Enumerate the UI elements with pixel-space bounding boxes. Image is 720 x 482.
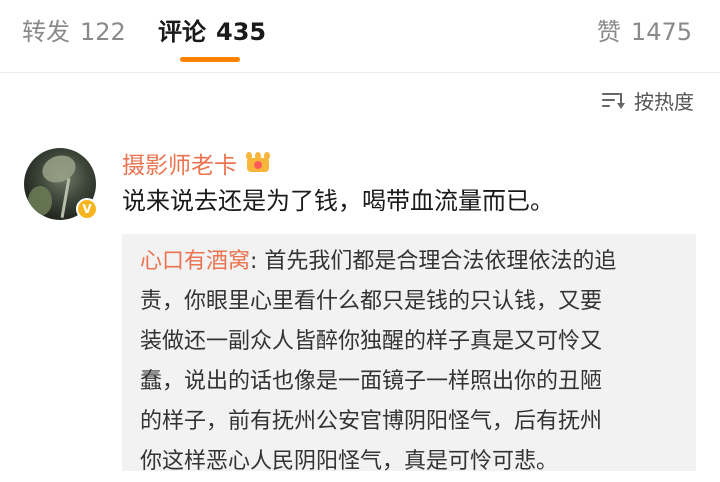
sort-by-hot-button[interactable]: 按热度: [602, 86, 694, 114]
crown-icon: [245, 152, 271, 174]
verified-badge-icon: V: [76, 198, 98, 220]
active-tab-indicator: [180, 57, 240, 62]
reply-box[interactable]: 心口有酒窝: 首先我们都是合理合法依理依法的追 责，你眼里心里看什么都只是钱的只…: [122, 234, 696, 474]
tab-comments[interactable]: 评论 435: [158, 16, 266, 48]
tab-likes[interactable]: 赞 1475: [597, 16, 692, 48]
reply-text-1: 首先我们都是合理合法依理依法的追: [257, 249, 617, 274]
reply-author[interactable]: 心口有酒窝: [140, 249, 250, 274]
tab-comments-label: 评论: [158, 18, 206, 46]
reply-text-3: 装做还一副众人皆醉你独醒的样子真是又可怜又: [140, 329, 603, 354]
reply-text-5: 的样子，前有抚州公安官博阴阳怪气，后有抚州: [140, 409, 603, 434]
reply-text-4: 蠢，说出的话也像是一面镜子一样照出你的丑陋: [140, 369, 603, 394]
comment-header: 摄影师老卡: [122, 146, 271, 180]
tab-likes-count: 1475: [630, 18, 692, 46]
tab-repost-count: 122: [80, 18, 126, 46]
tab-likes-label: 赞: [596, 18, 621, 46]
sort-icon: [602, 90, 626, 110]
reply-line: 心口有酒窝: 首先我们都是合理合法依理依法的追: [140, 242, 686, 282]
tab-comments-count: 435: [216, 18, 267, 46]
comment-text: 说来说去还是为了钱，喝带血流量而已。: [122, 187, 554, 215]
tab-bar: 转发 122 评论 435 赞 1475: [0, 0, 720, 72]
tab-repost[interactable]: 转发 122: [22, 16, 126, 48]
reply-text-2: 责，你眼里心里看什么都只是钱的只认钱，又要: [140, 289, 603, 314]
sort-label: 按热度: [634, 89, 694, 114]
tab-repost-label: 转发: [22, 18, 70, 46]
tab-divider: [0, 72, 720, 73]
reply-text-6: 你这样恶心人民阴阳怪气，真是可怜可悲。: [140, 449, 559, 474]
comment-username[interactable]: 摄影师老卡: [122, 146, 237, 180]
